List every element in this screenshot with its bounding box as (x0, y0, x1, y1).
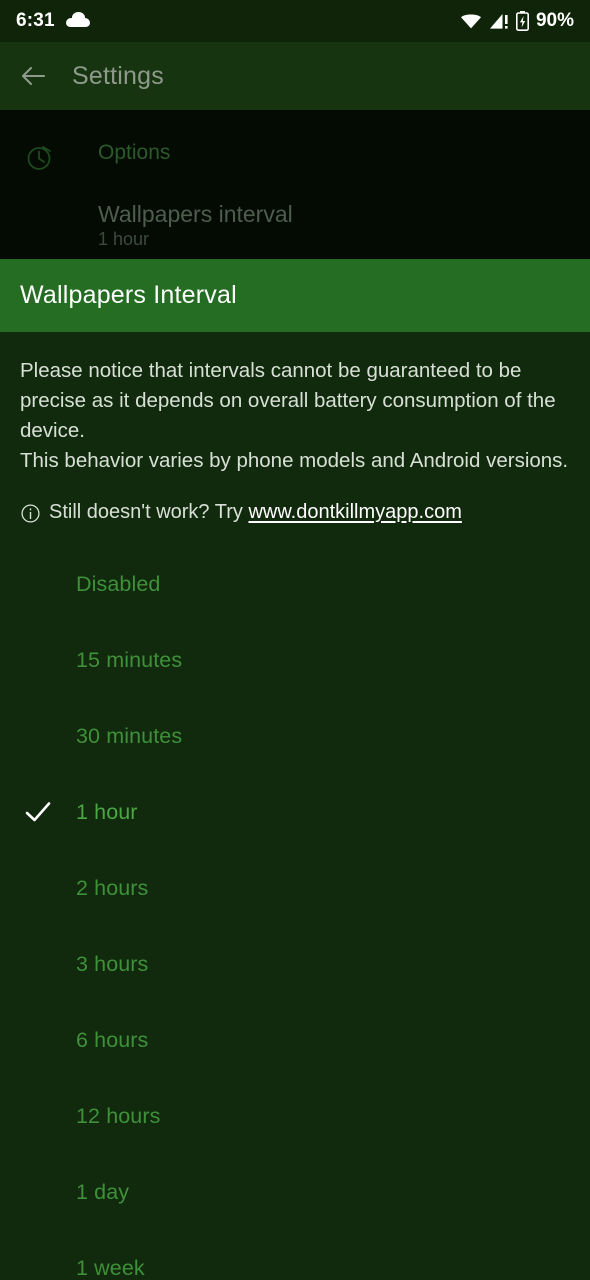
interval-option-row[interactable]: 30 minutes (0, 698, 590, 774)
dialog-help-prefix: Still doesn't work? Try (49, 501, 249, 523)
section-header-options: Options (98, 141, 171, 164)
dialog-message: Please notice that intervals cannot be g… (0, 332, 590, 476)
interval-option-row[interactable]: 2 hours (0, 850, 590, 926)
status-bar-clock: 6:31 (16, 10, 55, 31)
cellular-signal-alert-icon (489, 13, 509, 30)
info-icon (21, 503, 40, 523)
status-bar-right: 90% (460, 10, 574, 32)
dialog-help-note: Still doesn't work? Try www.dontkillmyap… (0, 476, 590, 526)
status-bar-left: 6:31 (16, 10, 90, 32)
interval-option-label: 1 day (76, 1179, 130, 1204)
app-toolbar: Settings (0, 42, 590, 110)
cloud-icon (65, 12, 90, 29)
interval-option-row[interactable]: 15 minutes (0, 622, 590, 698)
preference-title-wallpapers-interval[interactable]: Wallpapers interval (98, 201, 293, 228)
interval-option-label: 6 hours (76, 1027, 149, 1052)
battery-percent-label: 90% (535, 10, 574, 31)
timer-icon (24, 142, 54, 172)
dialog-help-text: Still doesn't work? Try www.dontkillmyap… (49, 498, 462, 526)
preference-summary-wallpapers-interval: 1 hour (98, 229, 150, 249)
dialog-title: Wallpapers Interval (20, 281, 237, 309)
wallpapers-interval-dialog: Wallpapers Interval Please notice that i… (0, 259, 590, 1280)
interval-option-label: 1 week (76, 1255, 145, 1280)
dialog-message-line1: Please notice that intervals cannot be g… (20, 359, 556, 442)
dialog-message-line2: This behavior varies by phone models and… (20, 449, 569, 472)
interval-option-row[interactable]: Disabled (0, 546, 590, 622)
interval-option-row[interactable]: 1 day (0, 1154, 590, 1230)
background-settings-screen: 6:31 90% Settings Options Wallpapers int… (0, 0, 590, 260)
settings-content-scrim (0, 110, 590, 260)
interval-option-row[interactable]: 1 hour (0, 774, 590, 850)
interval-option-label: 12 hours (76, 1103, 161, 1128)
phone-screen: 6:31 90% Settings Options Wallpapers int… (0, 0, 590, 1280)
status-bar: 6:31 90% (0, 0, 590, 42)
check-icon (24, 798, 52, 826)
page-title: Settings (72, 61, 164, 90)
interval-option-row[interactable]: 1 week (0, 1230, 590, 1280)
interval-option-label: 2 hours (76, 875, 149, 900)
interval-option-label: 1 hour (76, 799, 138, 824)
dialog-header: Wallpapers Interval (0, 259, 590, 332)
interval-option-label: 3 hours (76, 951, 149, 976)
interval-option-label: 15 minutes (76, 647, 183, 672)
interval-option-list: Disabled 15 minutes 30 minutes 1 hour 2 hour… (0, 546, 590, 1280)
interval-option-label: Disabled (76, 571, 161, 596)
back-arrow-icon[interactable] (20, 63, 46, 89)
interval-option-row[interactable]: 6 hours (0, 1002, 590, 1078)
interval-option-row[interactable]: 12 hours (0, 1078, 590, 1154)
interval-option-row[interactable]: 3 hours (0, 926, 590, 1002)
battery-icon (515, 11, 529, 32)
interval-option-label: 30 minutes (76, 723, 183, 748)
dontkillmyapp-link[interactable]: www.dontkillmyapp.com (248, 501, 461, 523)
wifi-icon (460, 13, 482, 29)
